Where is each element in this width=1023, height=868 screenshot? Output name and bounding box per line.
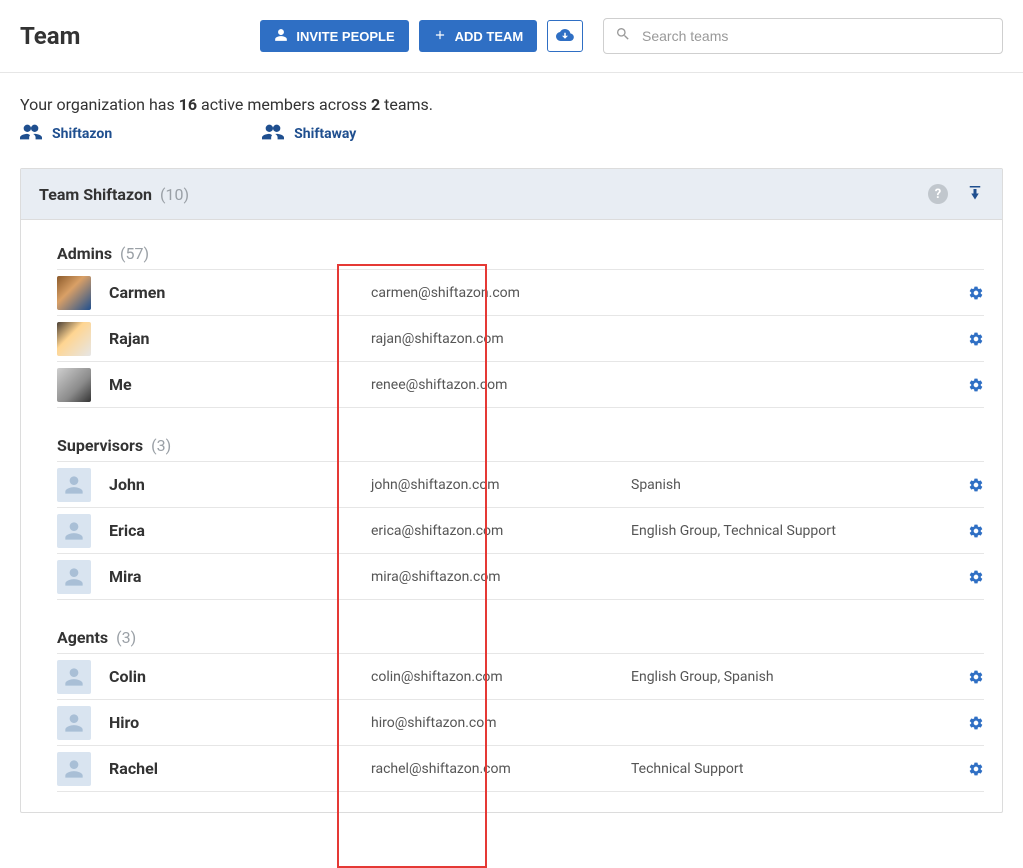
member-name: Me [91,375,371,394]
avatar-placeholder-icon [57,706,91,740]
summary-mid: active members across [197,95,371,114]
member-name: Erica [91,521,371,540]
plus-icon [433,28,447,45]
cloud-download-button[interactable] [547,20,583,52]
avatar-placeholder-icon [57,468,91,502]
invite-people-button[interactable]: INVITE PEOPLE [260,20,408,52]
member-name: Colin [91,667,371,686]
team-link-shiftazon[interactable]: Shiftazon [20,124,112,144]
member-row: Hirohiro@shiftazon.com [57,700,984,746]
gear-icon[interactable] [954,569,984,585]
avatar-placeholder-icon [57,514,91,548]
gear-icon[interactable] [954,715,984,731]
search-input[interactable] [603,18,1003,54]
summary-text: Your organization has 16 active members … [0,73,1023,124]
summary-prefix: Your organization has [20,95,179,114]
member-email: colin@shiftazon.com [371,669,631,685]
team-link-label: Shiftaway [294,126,356,142]
member-row: Merenee@shiftazon.com [57,362,984,408]
section-title-text: Supervisors [57,436,143,455]
avatar-placeholder-icon [57,660,91,694]
team-links: Shiftazon Shiftaway [0,124,1023,168]
avatar [57,276,91,310]
member-name: Hiro [91,713,371,732]
summary-teams: 2 [371,95,380,114]
member-row: Rajanrajan@shiftazon.com [57,316,984,362]
gear-icon[interactable] [954,285,984,301]
people-icon [262,124,284,144]
section-title: Admins (57) [57,244,984,270]
section-count: (3) [151,436,171,455]
member-name: Mira [91,567,371,586]
search-wrap [603,18,1003,54]
member-tags: English Group, Spanish [631,669,954,685]
member-tags: English Group, Technical Support [631,523,954,539]
add-team-button[interactable]: ADD TEAM [419,20,538,52]
member-email: carmen@shiftazon.com [371,285,631,301]
section-agents: Agents (3)Colincolin@shiftazon.comEnglis… [57,628,984,792]
people-icon [20,124,42,144]
section-count: (57) [120,244,149,263]
download-icon[interactable] [966,183,984,205]
gear-icon[interactable] [954,477,984,493]
avatar-placeholder-icon [57,560,91,594]
panel-title: Team Shiftazon (10) [39,185,189,204]
section-supervisors: Supervisors (3)Johnjohn@shiftazon.comSpa… [57,436,984,600]
member-row: Rachelrachel@shiftazon.comTechnical Supp… [57,746,984,792]
member-email: erica@shiftazon.com [371,523,631,539]
member-row: Johnjohn@shiftazon.comSpanish [57,462,984,508]
member-email: rachel@shiftazon.com [371,761,631,777]
gear-icon[interactable] [954,377,984,393]
person-icon [274,28,288,45]
member-email: john@shiftazon.com [371,477,631,493]
cloud-download-icon [556,26,574,47]
panel-header: Team Shiftazon (10) ? [21,169,1002,220]
member-row: Colincolin@shiftazon.comEnglish Group, S… [57,654,984,700]
team-link-shiftaway[interactable]: Shiftaway [262,124,356,144]
help-icon[interactable]: ? [928,184,948,204]
member-name: Rajan [91,329,371,348]
add-team-label: ADD TEAM [455,29,524,44]
member-email: hiro@shiftazon.com [371,715,631,731]
panel-count: (10) [160,185,189,204]
team-panel: Team Shiftazon (10) ? Admins (57)Carmenc… [20,168,1003,813]
header-actions: INVITE PEOPLE ADD TEAM [260,20,583,52]
invite-label: INVITE PEOPLE [296,29,394,44]
gear-icon[interactable] [954,669,984,685]
member-email: rajan@shiftazon.com [371,331,631,347]
member-email: renee@shiftazon.com [371,377,631,393]
member-name: John [91,475,371,494]
member-email: mira@shiftazon.com [371,569,631,585]
section-title: Supervisors (3) [57,436,984,462]
member-tags: Technical Support [631,761,954,777]
avatar [57,322,91,356]
section-title: Agents (3) [57,628,984,654]
gear-icon[interactable] [954,761,984,777]
gear-icon[interactable] [954,523,984,539]
section-title-text: Agents [57,628,108,647]
member-row: Carmencarmen@shiftazon.com [57,270,984,316]
member-name: Rachel [91,759,371,778]
section-admins: Admins (57)Carmencarmen@shiftazon.comRaj… [57,244,984,408]
member-row: Ericaerica@shiftazon.comEnglish Group, T… [57,508,984,554]
gear-icon[interactable] [954,331,984,347]
page-header: Team INVITE PEOPLE ADD TEAM [0,0,1023,73]
section-count: (3) [116,628,136,647]
avatar [57,368,91,402]
panel-header-actions: ? [928,183,984,205]
summary-suffix: teams. [380,95,433,114]
section-title-text: Admins [57,244,112,263]
page-title: Team [20,22,80,50]
team-link-label: Shiftazon [52,126,112,142]
member-tags: Spanish [631,477,954,493]
summary-members: 16 [179,95,197,114]
avatar-placeholder-icon [57,752,91,786]
sections: Admins (57)Carmencarmen@shiftazon.comRaj… [21,220,1002,812]
member-name: Carmen [91,283,371,302]
member-row: Miramira@shiftazon.com [57,554,984,600]
